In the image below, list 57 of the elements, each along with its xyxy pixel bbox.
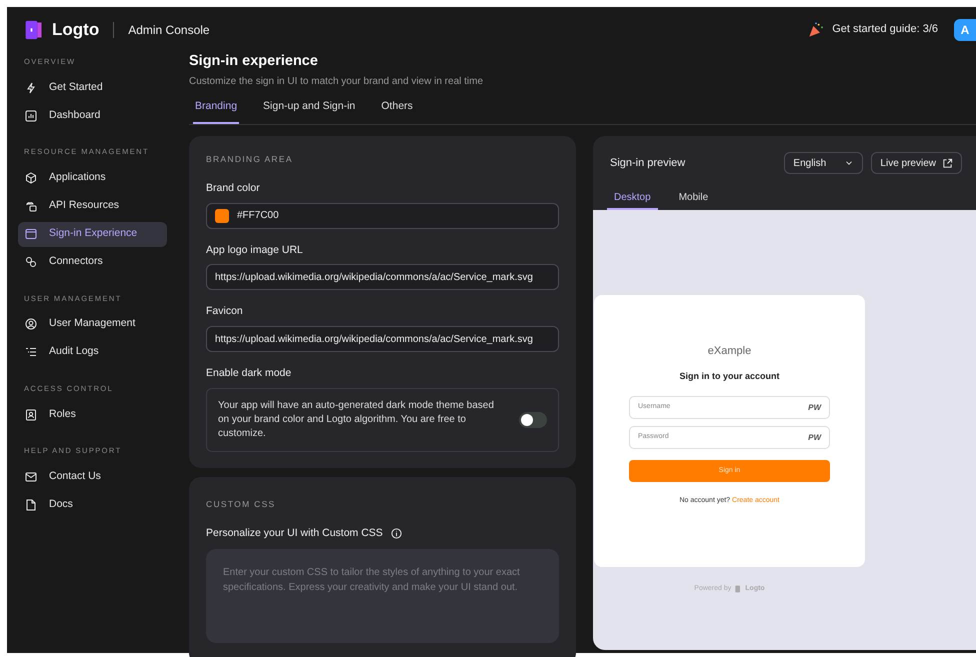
panel-title: Sign-in preview bbox=[610, 156, 686, 171]
tab[interactable]: Sign-up and Sign-in bbox=[261, 97, 358, 124]
page-subtitle: Customize the sign in UI to match your brand and view in real time bbox=[189, 75, 484, 90]
app-title: Admin Console bbox=[128, 22, 210, 38]
user-icon bbox=[25, 318, 37, 330]
sidebar-item[interactable]: Sign-in Experience bbox=[18, 222, 167, 246]
field-suffix: PW bbox=[808, 432, 821, 444]
sidebar-item[interactable]: API Resources bbox=[18, 194, 167, 218]
sidebar-item[interactable]: Roles bbox=[18, 402, 167, 427]
live-preview-button[interactable]: Live preview bbox=[871, 152, 962, 174]
field-label: Favicon bbox=[206, 304, 244, 320]
sidebar-item[interactable]: Dashboard bbox=[18, 103, 167, 128]
field-label: Enable dark mode bbox=[206, 366, 292, 382]
id-badge-icon bbox=[25, 408, 37, 420]
logo-text: eXample bbox=[708, 344, 752, 360]
connector-icon bbox=[25, 256, 37, 268]
guide-button[interactable]: Get started guide: 3/6 bbox=[808, 21, 938, 38]
field-label: Personalize your UI with Custom CSS bbox=[206, 526, 383, 541]
language-select[interactable]: English bbox=[784, 152, 864, 174]
list-icon bbox=[25, 346, 37, 358]
css-input-field[interactable]: Enter your custom CSS to tailor the styles of anything to your exact specifications. Express your creativity and make your UI stand out. bbox=[206, 549, 559, 644]
field-label: App logo image URL bbox=[206, 242, 304, 258]
logo-icon bbox=[734, 585, 742, 594]
section-heading: CUSTOM CSS bbox=[206, 498, 277, 511]
sidebar-item[interactable]: Get Started bbox=[18, 75, 167, 100]
cube-icon bbox=[25, 172, 37, 184]
input-field[interactable]: #FF7C00 bbox=[206, 202, 559, 229]
page-title: Sign-in experience bbox=[189, 53, 319, 70]
external-link-icon bbox=[942, 158, 953, 169]
party-popper-icon bbox=[808, 22, 824, 38]
field-label: Brand color bbox=[206, 180, 261, 196]
bolt-icon bbox=[25, 82, 37, 94]
color-swatch[interactable] bbox=[215, 208, 229, 223]
tab[interactable]: Mobile bbox=[672, 190, 716, 210]
sidebar-item[interactable]: User Management bbox=[18, 312, 167, 337]
toggle-switch[interactable] bbox=[519, 412, 547, 428]
sidebar-item[interactable]: Connectors bbox=[18, 250, 167, 274]
sidebar-item[interactable]: Applications bbox=[18, 166, 167, 190]
sidebar-item[interactable]: Docs bbox=[18, 492, 167, 518]
window-icon bbox=[25, 228, 37, 240]
cloud-icon bbox=[25, 200, 37, 212]
field-suffix: PW bbox=[808, 402, 821, 414]
document-icon bbox=[25, 498, 37, 511]
tab[interactable]: Branding bbox=[193, 97, 240, 124]
input-field[interactable]: https://upload.wikimedia.org/wikipedia/commons/a/ac/Service_mark.svg bbox=[206, 264, 559, 290]
section-heading: BRANDING AREA bbox=[206, 153, 294, 166]
card-title: Sign in to your account bbox=[679, 370, 780, 383]
logo-text: Logto bbox=[52, 18, 100, 41]
logo-icon bbox=[24, 20, 44, 40]
mail-icon bbox=[25, 470, 37, 483]
description-text: Your app will have an auto-generated dark mode theme based on your brand color and Logto algorithm. You are free to customize. bbox=[218, 398, 495, 441]
input-field[interactable]: https://upload.wikimedia.org/wikipedia/commons/a/ac/Service_mark.svg bbox=[206, 326, 559, 352]
tab[interactable]: Others bbox=[379, 97, 415, 124]
sidebar-item[interactable]: Audit Logs bbox=[18, 340, 167, 365]
info-icon bbox=[390, 528, 402, 540]
chart-icon bbox=[25, 110, 37, 122]
sidebar-item[interactable]: Contact Us bbox=[18, 464, 167, 490]
